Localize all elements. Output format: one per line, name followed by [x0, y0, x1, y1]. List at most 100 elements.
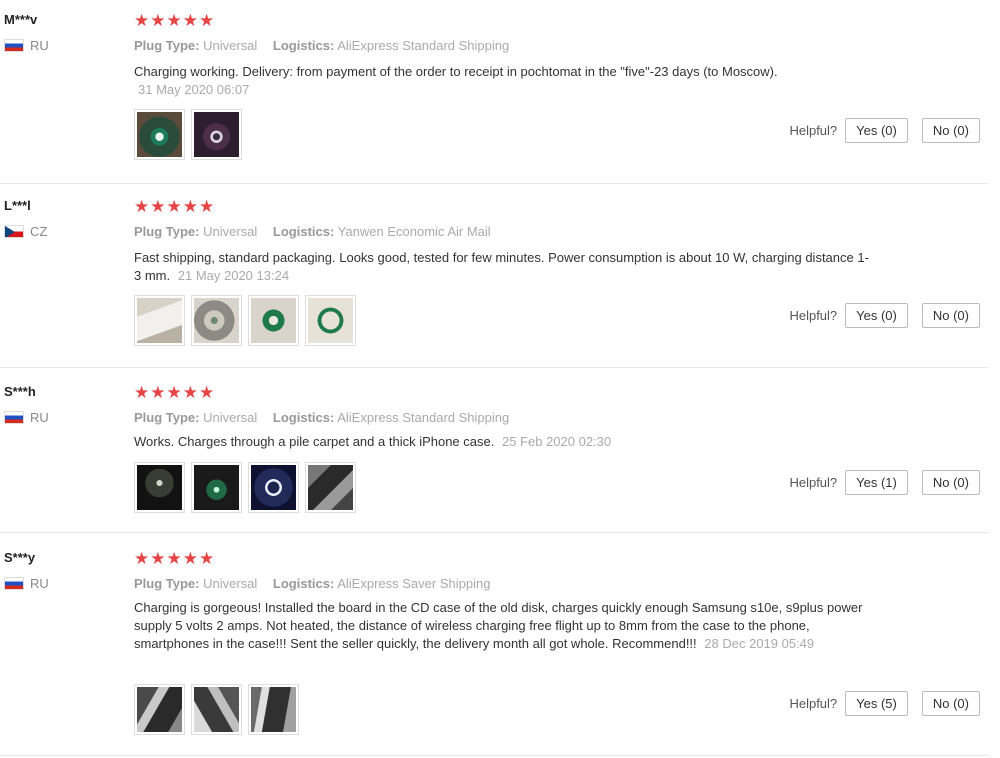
rating-stars: ★★★★★	[134, 383, 216, 402]
photo-led-ring	[251, 465, 296, 510]
plug-type-value: Universal	[203, 576, 258, 591]
review-divider	[0, 755, 988, 756]
helpful-controls: Helpful? Yes (0) No (0)	[789, 118, 980, 143]
helpful-label: Helpful?	[789, 475, 838, 490]
review-item: L***l CZ ★★★★★ Plug Type: Universal Logi…	[0, 198, 1000, 363]
review-meta: Plug Type: Universal Logistics: Yanwen E…	[134, 224, 491, 239]
logistics-label: Logistics:	[272, 410, 335, 425]
review-text-block: Works. Charges through a pile carpet and…	[134, 433, 874, 451]
photo-carpet	[308, 465, 353, 510]
review-photo[interactable]	[191, 295, 242, 346]
review-text-block: Charging is gorgeous! Installed the boar…	[134, 599, 874, 653]
review-photo[interactable]	[305, 295, 356, 346]
review-date: 25 Feb 2020 02:30	[501, 434, 612, 449]
photo-cd-case-1	[137, 687, 182, 732]
helpful-controls: Helpful? Yes (1) No (0)	[789, 470, 980, 495]
czech-flag-icon	[4, 225, 24, 238]
helpful-yes-button[interactable]: Yes (5)	[845, 691, 908, 716]
review-photo[interactable]	[248, 295, 299, 346]
review-text-block: Charging working. Delivery: from payment…	[134, 63, 874, 99]
review-photo[interactable]	[134, 295, 185, 346]
review-divider	[0, 183, 988, 184]
russia-flag-icon	[4, 39, 24, 52]
logistics-value: AliExpress Standard Shipping	[337, 410, 510, 425]
plug-type-label: Plug Type:	[134, 38, 200, 53]
plug-type-label: Plug Type:	[134, 224, 200, 239]
review-text-block: Fast shipping, standard packaging. Looks…	[134, 249, 874, 285]
review-meta: Plug Type: Universal Logistics: AliExpre…	[134, 410, 509, 425]
review-date: 21 May 2020 13:24	[177, 268, 290, 283]
logistics-label: Logistics:	[272, 224, 335, 239]
photo-coil-2	[194, 112, 239, 157]
review-photos	[134, 295, 356, 346]
reviewer-name: S***h	[4, 384, 36, 399]
logistics-label: Logistics:	[272, 576, 335, 591]
plug-type-label: Plug Type:	[134, 576, 200, 591]
photo-cd-case-3	[251, 687, 296, 732]
helpful-yes-button[interactable]: Yes (1)	[845, 470, 908, 495]
review-photo[interactable]	[134, 684, 185, 735]
helpful-label: Helpful?	[789, 308, 838, 323]
review-meta: Plug Type: Universal Logistics: AliExpre…	[134, 576, 490, 591]
russia-flag-icon	[4, 577, 24, 590]
review-meta: Plug Type: Universal Logistics: AliExpre…	[134, 38, 509, 53]
reviewer-country: RU	[4, 410, 49, 425]
review-item: M***v RU ★★★★★ Plug Type: Universal Logi…	[0, 12, 1000, 182]
helpful-yes-button[interactable]: Yes (0)	[845, 303, 908, 328]
country-code: CZ	[30, 224, 48, 239]
review-divider	[0, 532, 988, 533]
rating-stars: ★★★★★	[134, 11, 216, 30]
plug-type-value: Universal	[203, 410, 258, 425]
review-photo[interactable]	[305, 462, 356, 513]
photo-coil-1	[137, 112, 182, 157]
logistics-value: AliExpress Standard Shipping	[337, 38, 510, 53]
photo-coil-lit	[194, 465, 239, 510]
helpful-controls: Helpful? Yes (5) No (0)	[789, 691, 980, 716]
photo-package	[137, 298, 182, 343]
country-code: RU	[30, 38, 49, 53]
review-photo[interactable]	[248, 684, 299, 735]
photo-coil-front	[251, 298, 296, 343]
review-item: S***h RU ★★★★★ Plug Type: Universal Logi…	[0, 384, 1000, 529]
review-photo[interactable]	[191, 462, 242, 513]
review-photo[interactable]	[134, 462, 185, 513]
russia-flag-icon	[4, 411, 24, 424]
helpful-controls: Helpful? Yes (0) No (0)	[789, 303, 980, 328]
helpful-no-button[interactable]: No (0)	[921, 691, 980, 716]
review-photo[interactable]	[191, 109, 242, 160]
review-photos	[134, 109, 242, 160]
review-divider	[0, 367, 988, 368]
rating-stars: ★★★★★	[134, 197, 216, 216]
review-text: Charging working. Delivery: from payment…	[134, 64, 778, 79]
rating-stars: ★★★★★	[134, 549, 216, 568]
logistics-value: AliExpress Saver Shipping	[337, 576, 491, 591]
photo-phone-dark	[137, 465, 182, 510]
reviewer-country: CZ	[4, 224, 47, 239]
helpful-no-button[interactable]: No (0)	[921, 470, 980, 495]
helpful-label: Helpful?	[789, 123, 838, 138]
photo-cd-case-2	[194, 687, 239, 732]
review-item: S***y RU ★★★★★ Plug Type: Universal Logi…	[0, 550, 1000, 750]
reviewer-country: RU	[4, 576, 49, 591]
helpful-no-button[interactable]: No (0)	[921, 303, 980, 328]
photo-coil-ring	[308, 298, 353, 343]
review-date: 28 Dec 2019 05:49	[704, 636, 815, 651]
plug-type-value: Universal	[203, 224, 258, 239]
photo-board	[194, 298, 239, 343]
plug-type-label: Plug Type:	[134, 410, 200, 425]
review-photo[interactable]	[134, 109, 185, 160]
reviewer-name: S***y	[4, 550, 36, 565]
helpful-no-button[interactable]: No (0)	[921, 118, 980, 143]
review-photo[interactable]	[191, 684, 242, 735]
helpful-yes-button[interactable]: Yes (0)	[845, 118, 908, 143]
review-text: Works. Charges through a pile carpet and…	[134, 434, 495, 449]
country-code: RU	[30, 410, 49, 425]
reviewer-name: M***v	[4, 12, 38, 27]
review-photos	[134, 462, 356, 513]
helpful-label: Helpful?	[789, 696, 838, 711]
country-code: RU	[30, 576, 49, 591]
review-date: 31 May 2020 06:07	[138, 82, 250, 97]
review-photos	[134, 684, 299, 735]
logistics-label: Logistics:	[272, 38, 335, 53]
review-photo[interactable]	[248, 462, 299, 513]
